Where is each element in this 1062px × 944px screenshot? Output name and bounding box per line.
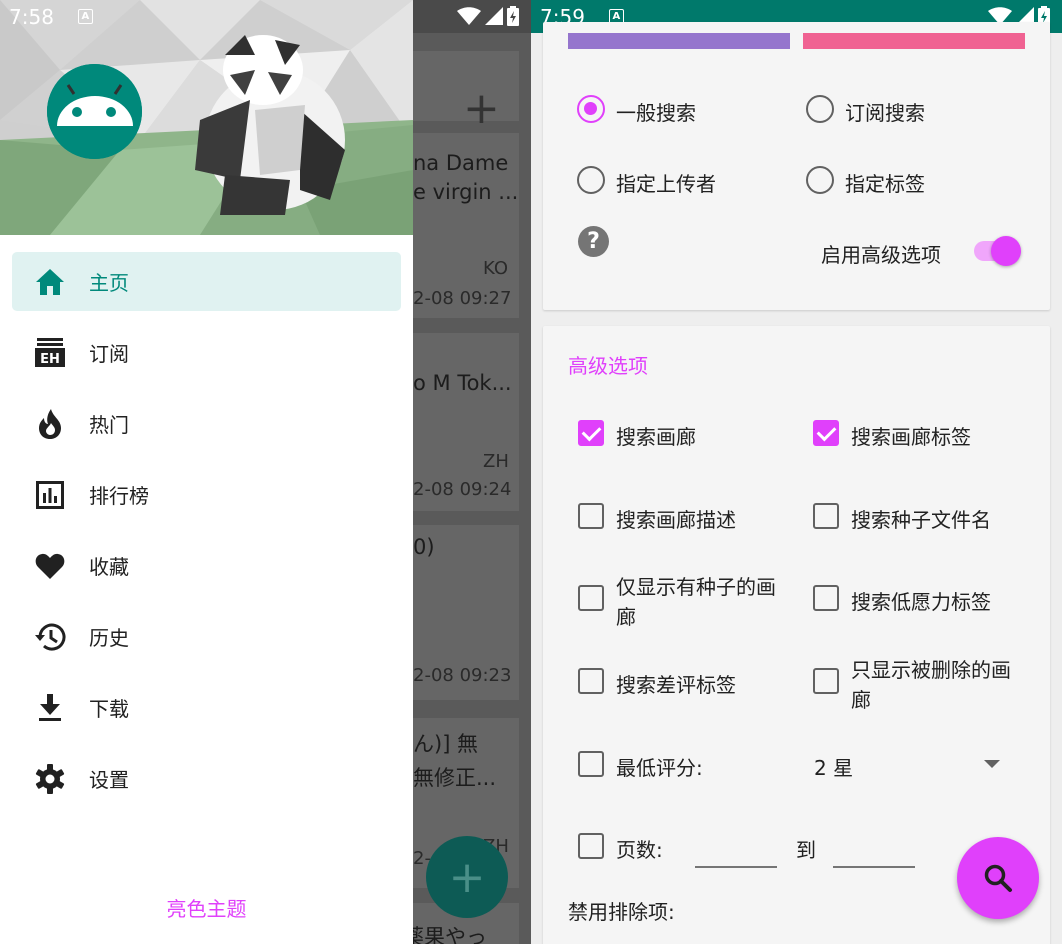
android-logo-icon <box>47 64 142 159</box>
checkbox-pages[interactable] <box>578 833 604 859</box>
radio-uploader[interactable] <box>577 166 605 194</box>
radio-label: 订阅搜索 <box>845 101 925 125</box>
checkbox-search-gallery-tags[interactable] <box>813 420 839 446</box>
status-icons <box>457 6 519 26</box>
pages-to-label: 到 <box>796 838 816 862</box>
home-icon <box>34 266 66 298</box>
sidebar-item-downloads[interactable]: 下载 <box>12 678 401 737</box>
checkbox-only-deleted[interactable] <box>813 668 839 694</box>
status-bar: 7:58 A <box>0 0 413 33</box>
search-mode-card <box>543 22 1050 310</box>
light-theme-button[interactable]: 亮色主题 <box>0 893 413 922</box>
checkbox-label-cont: 廊 <box>851 688 871 712</box>
pages-from-underline <box>695 866 777 868</box>
sidebar-item-label: 订阅 <box>89 342 129 366</box>
checkbox-label: 搜索画廊标签 <box>851 425 971 449</box>
signal-icon <box>485 7 503 25</box>
chevron-down-icon[interactable] <box>984 760 1000 768</box>
checkbox-search-description[interactable] <box>578 503 604 529</box>
checkbox-label: 搜索画廊 <box>616 425 696 449</box>
sidebar-item-favorites[interactable]: 收藏 <box>12 536 401 595</box>
checkbox-search-torrent-name[interactable] <box>813 503 839 529</box>
checkbox-label: 搜索画廊描述 <box>616 508 736 532</box>
avatar[interactable] <box>47 64 142 159</box>
radio-tag[interactable] <box>806 166 834 194</box>
sidebar-item-label: 收藏 <box>89 555 129 579</box>
checkbox-search-gallery[interactable] <box>578 420 604 446</box>
download-icon <box>34 692 66 724</box>
background-search-bar: + <box>413 51 519 131</box>
min-rating-label: 最低评分: <box>616 756 703 780</box>
radio-subscription-search[interactable] <box>806 95 834 123</box>
radio-label: 指定标签 <box>845 172 925 196</box>
drawer-nav-list: 主页 EH 订阅 热门 排行榜 收藏 历史 下载 设置 <box>0 252 413 820</box>
checkbox-downvoted-tags[interactable] <box>578 668 604 694</box>
sidebar-item-label: 排行榜 <box>89 484 149 508</box>
checkbox-min-rating[interactable] <box>578 751 604 777</box>
sidebar-item-label: 主页 <box>89 271 129 295</box>
search-icon <box>984 864 1012 892</box>
sidebar-item-label: 热门 <box>89 413 129 437</box>
disable-filters-label: 禁用排除项: <box>568 900 675 924</box>
pages-to-underline <box>833 866 915 868</box>
min-rating-select[interactable]: 2 星 <box>814 752 853 781</box>
checkbox-label-cont: 廊 <box>616 605 636 629</box>
checkbox-label: 搜索种子文件名 <box>851 508 991 532</box>
a-badge-icon: A <box>77 9 93 24</box>
plus-icon: + <box>463 83 500 134</box>
navigation-drawer: 7:58 A 主页 EH 订阅 热门 排行榜 收藏 历史 下载 设置 亮色主题 <box>0 0 413 944</box>
checkbox-label: 仅显示有种子的画 <box>616 575 776 599</box>
heart-icon <box>34 550 66 582</box>
checkbox-low-power-tags[interactable] <box>813 585 839 611</box>
sidebar-item-subscription[interactable]: EH 订阅 <box>12 323 401 382</box>
right-screen: 7:59 A 一般搜索 订阅搜索 指定上传者 指定标签 ? 启用高级选项 高级选… <box>531 0 1062 944</box>
background-gallery-list: + na Dame e virgin ... KO 2-08 09:27 o M… <box>403 33 531 944</box>
help-icon[interactable]: ? <box>578 226 609 257</box>
checkbox-label: 搜索差评标签 <box>616 673 736 697</box>
checkbox-label: 搜索低愿力标签 <box>851 590 991 614</box>
eh-subscription-icon: EH <box>34 337 66 369</box>
sidebar-item-popular[interactable]: 热门 <box>12 394 401 453</box>
radio-label: 指定上传者 <box>616 172 716 196</box>
left-screen: + na Dame e virgin ... KO 2-08 09:27 o M… <box>0 0 531 944</box>
fire-icon <box>34 408 66 440</box>
sidebar-item-label: 历史 <box>89 626 129 650</box>
bar-chart-icon <box>34 479 66 511</box>
radio-normal-search[interactable] <box>577 95 605 123</box>
background-add-fab: + <box>426 836 508 918</box>
list-item: o M Tok... ZH 2-08 09:24 <box>413 333 519 511</box>
status-time: 7:58 <box>9 4 54 29</box>
sidebar-item-settings[interactable]: 设置 <box>12 749 401 808</box>
svg-text:EH: EH <box>40 352 60 367</box>
section-title: 高级选项 <box>568 354 648 378</box>
sidebar-item-label: 下载 <box>89 697 129 721</box>
category-button[interactable] <box>803 33 1025 49</box>
battery-icon <box>507 6 519 26</box>
drawer-header <box>0 0 413 235</box>
pages-label: 页数: <box>616 838 663 862</box>
sidebar-item-history[interactable]: 历史 <box>12 607 401 666</box>
checkbox-label: 只显示被删除的画 <box>851 658 1011 682</box>
wifi-icon <box>457 7 481 25</box>
search-fab[interactable] <box>957 837 1039 919</box>
sidebar-item-ranking[interactable]: 排行榜 <box>12 465 401 524</box>
gear-icon <box>34 763 66 795</box>
checkbox-only-torrent[interactable] <box>578 585 604 611</box>
sidebar-item-home[interactable]: 主页 <box>12 252 401 311</box>
advanced-toggle-thumb[interactable] <box>991 236 1021 266</box>
radio-label: 一般搜索 <box>616 101 696 125</box>
sidebar-item-label: 设置 <box>89 768 129 792</box>
list-item: 0) 2-08 09:23 <box>413 525 519 700</box>
history-icon <box>34 621 66 653</box>
category-button[interactable] <box>568 33 790 49</box>
advanced-toggle-label: 启用高级选项 <box>821 243 941 267</box>
list-item: na Dame e virgin ... KO 2-08 09:27 <box>413 133 519 318</box>
